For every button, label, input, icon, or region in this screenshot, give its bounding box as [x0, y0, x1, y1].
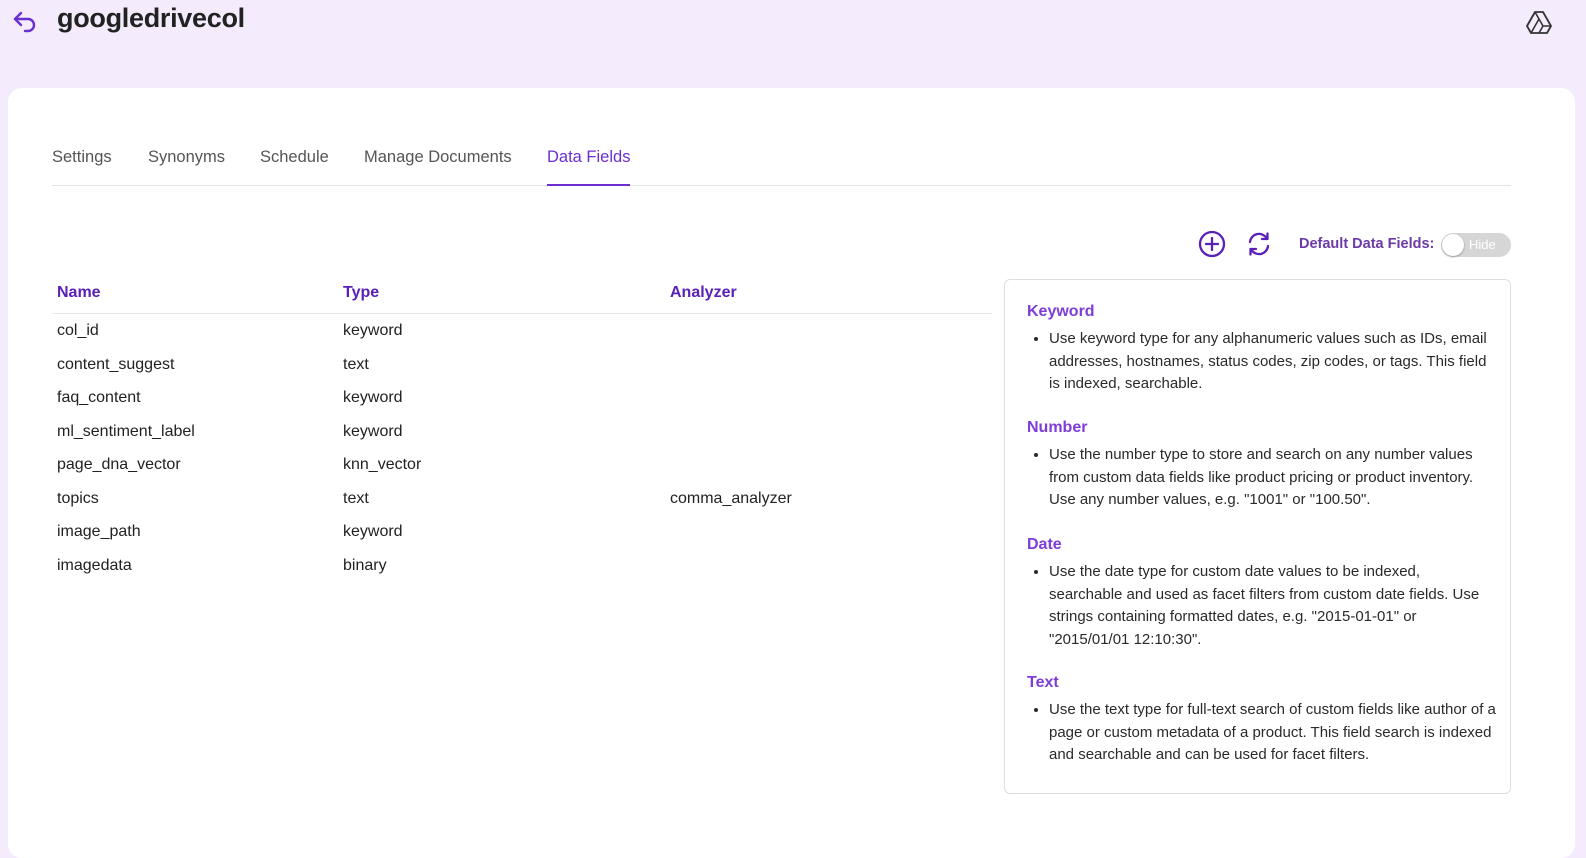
table-row[interactable]: content_suggest text — [52, 348, 992, 382]
field-type: binary — [343, 556, 387, 574]
info-section-text: Text Use the text type for full-text sea… — [1027, 674, 1497, 767]
tab-settings[interactable]: Settings — [52, 148, 112, 167]
table-row[interactable]: page_dna_vector knn_vector — [52, 448, 992, 482]
info-text: Use the number type to store and search … — [1049, 444, 1497, 512]
content-card: Settings Synonyms Schedule Manage Docume… — [8, 88, 1575, 858]
info-section-number: Number Use the number type to store and … — [1027, 419, 1497, 512]
active-tab-indicator — [547, 184, 630, 186]
info-section-date: Date Use the date type for custom date v… — [1027, 536, 1497, 651]
google-drive-icon[interactable] — [1526, 9, 1552, 35]
page-title: googledrivecol — [57, 3, 245, 33]
field-name: ml_sentiment_label — [57, 422, 195, 440]
info-heading: Date — [1027, 536, 1062, 553]
field-type: text — [343, 355, 369, 373]
field-name: col_id — [57, 322, 99, 339]
tab-synonyms[interactable]: Synonyms — [148, 148, 225, 167]
info-heading: Number — [1027, 419, 1088, 436]
field-name: topics — [57, 489, 99, 507]
tab-schedule[interactable]: Schedule — [260, 148, 329, 167]
undo-arrow-icon[interactable] — [12, 8, 38, 34]
field-type: keyword — [343, 389, 403, 406]
info-section-keyword: Keyword Use keyword type for any alphanu… — [1027, 303, 1497, 396]
refresh-icon[interactable] — [1245, 230, 1273, 258]
column-header-name[interactable]: Name — [57, 284, 101, 302]
tab-manage-documents[interactable]: Manage Documents — [364, 148, 512, 167]
table-row[interactable]: faq_content keyword — [52, 381, 992, 415]
table-header: Name Type Analyzer — [52, 282, 992, 314]
table-row[interactable]: topics text comma_analyzer — [52, 482, 992, 516]
default-data-fields-toggle[interactable]: Hide — [1441, 233, 1511, 257]
field-type: keyword — [343, 523, 403, 540]
tab-data-fields[interactable]: Data Fields — [547, 148, 630, 167]
data-fields-table: Name Type Analyzer col_id keyword conten… — [52, 282, 992, 582]
info-text: Use the date type for custom date values… — [1049, 561, 1497, 651]
table-row[interactable]: imagedata binary — [52, 549, 992, 583]
field-type: knn_vector — [343, 456, 422, 473]
toggle-text: Hide — [1469, 237, 1496, 252]
table-row[interactable]: image_path keyword — [52, 515, 992, 549]
field-analyzer: comma_analyzer — [670, 489, 792, 507]
field-name: faq_content — [57, 389, 141, 406]
info-heading: Text — [1027, 674, 1059, 691]
field-type: keyword — [343, 322, 403, 339]
field-name: imagedata — [57, 556, 132, 574]
field-type: keyword — [343, 422, 403, 440]
field-type-info-panel: Keyword Use keyword type for any alphanu… — [1004, 279, 1511, 794]
info-heading: Keyword — [1027, 303, 1095, 320]
field-type: text — [343, 489, 369, 507]
info-text: Use keyword type for any alphanumeric va… — [1049, 328, 1497, 396]
table-row[interactable]: ml_sentiment_label keyword — [52, 415, 992, 449]
plus-circle-icon[interactable] — [1198, 230, 1226, 258]
toggle-knob — [1442, 234, 1464, 256]
info-text: Use the text type for full-text search o… — [1049, 699, 1497, 767]
column-header-type[interactable]: Type — [343, 284, 379, 302]
top-bar: googledrivecol — [0, 0, 1586, 60]
column-header-analyzer[interactable]: Analyzer — [670, 284, 737, 302]
field-name: page_dna_vector — [57, 456, 181, 473]
field-name: image_path — [57, 523, 141, 540]
table-row[interactable]: col_id keyword — [52, 314, 992, 348]
field-name: content_suggest — [57, 355, 175, 373]
default-data-fields-label: Default Data Fields: — [1299, 236, 1435, 252]
tab-bar: Settings Synonyms Schedule Manage Docume… — [52, 134, 1511, 186]
